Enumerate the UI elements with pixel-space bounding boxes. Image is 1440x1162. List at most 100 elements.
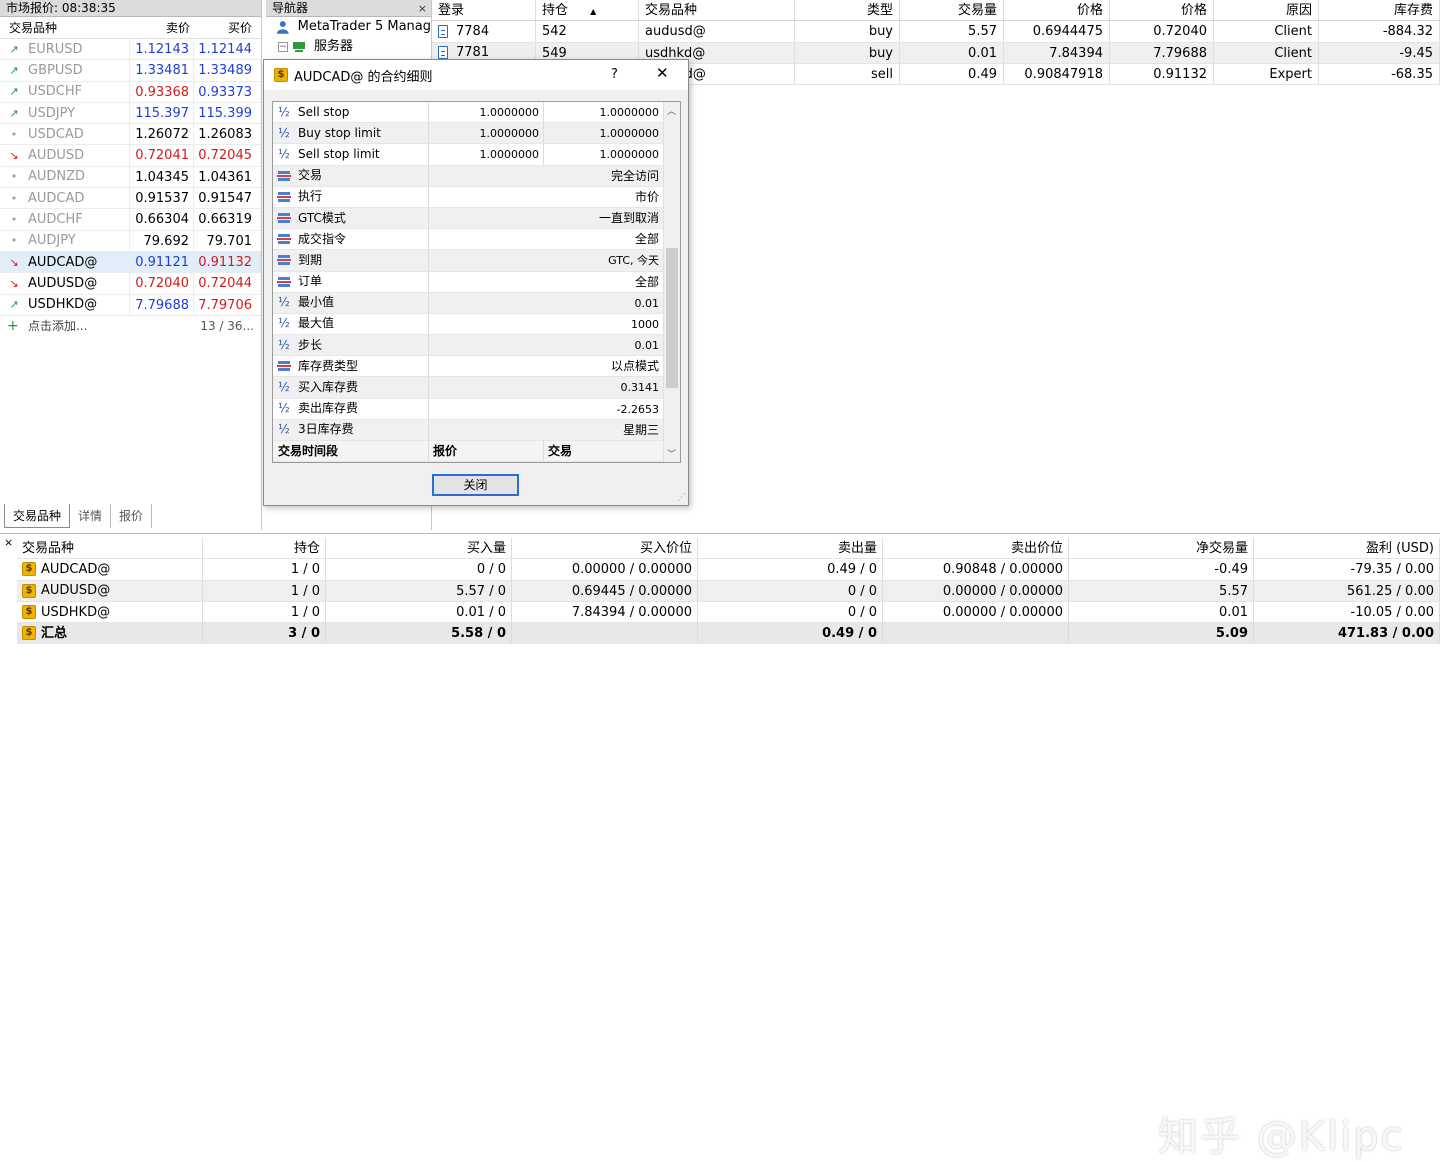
trades-col-symbol[interactable]: 交易品种 (639, 0, 795, 21)
dollar-icon: $ (22, 583, 36, 598)
market-watch-row[interactable]: • AUDNZD 1.04345 1.04361 (0, 166, 261, 189)
add-symbol-label[interactable]: 点击添加... (28, 316, 87, 337)
spec-label: 执行 (298, 189, 323, 204)
spec-row[interactable]: 成交指令 全部 (273, 229, 663, 251)
navigator-close-icon[interactable]: × (418, 0, 427, 17)
scrollbar-thumb[interactable] (666, 248, 678, 388)
trend-down-icon: ↘ (9, 149, 19, 163)
market-watch-row[interactable]: ↗ USDHKD@ 7.79688 7.79706 (0, 294, 261, 316)
ask-price: 0.72045 (198, 148, 252, 164)
column-symbol[interactable]: 交易品种 (0, 17, 130, 38)
pos-col-positions[interactable]: 持仓 (203, 538, 326, 559)
resize-grip-icon[interactable]: ⋰ (677, 493, 686, 503)
trades-col-login[interactable]: 登录 (432, 0, 536, 21)
trade-cell: Expert (1214, 63, 1319, 85)
pos-cell: 1 / 0 (203, 580, 326, 601)
enum-icon (277, 234, 291, 245)
spec-row[interactable]: ½ 步长 0.01 (273, 335, 663, 357)
trades-col-price[interactable]: 价格 (1110, 0, 1214, 21)
spec-row[interactable]: ½ 最小值 0.01 (273, 292, 663, 314)
market-watch-row[interactable]: ↗ USDCHF 0.93368 0.93373 (0, 81, 261, 103)
symbol-name: USDCAD (28, 126, 84, 142)
trade-row[interactable]: 7784 542 audusd@ buy 5.57 0.6944475 0.72040 Cli… (432, 21, 1440, 43)
spec-label: Sell stop limit (298, 146, 380, 161)
trades-col-reason[interactable]: 原因 (1214, 0, 1319, 21)
trade-cell: 542 (536, 21, 639, 42)
pos-col-sell-volume[interactable]: 卖出量 (698, 538, 883, 559)
spec-row[interactable]: 执行 市价 (273, 186, 663, 208)
close-button[interactable]: 关闭 (432, 474, 519, 496)
market-watch-row[interactable]: ↗ USDJPY 115.397 115.399 (0, 102, 261, 125)
spec-row[interactable]: 订单 全部 (273, 271, 663, 293)
nav-item-manager[interactable]: MetaTrader 5 Manag (266, 17, 431, 37)
market-watch-row[interactable]: ↗ EURUSD 1.12143 1.12144 (0, 39, 261, 61)
trades-col-position[interactable]: 持仓 ▲ (536, 0, 639, 21)
market-watch-row[interactable]: • AUDCHF 0.66304 0.66319 (0, 209, 261, 231)
position-row[interactable]: $ USDHKD@ 1 / 0 0.01 / 0 7.84394 / 0.00000 0 … (17, 601, 1440, 624)
spec-value-1: 1.0000000 (429, 102, 544, 123)
add-symbol-row[interactable]: + 点击添加... 13 / 36... (0, 316, 261, 337)
toolbox-close-icon[interactable]: × (4, 536, 13, 549)
spec-row[interactable]: GTC模式 一直到取消 (273, 207, 663, 230)
bid-price: 1.26072 (130, 124, 194, 145)
spec-row[interactable]: 交易 完全访问 (273, 165, 663, 187)
market-watch-row[interactable]: ↗ GBPUSD 1.33481 1.33489 (0, 60, 261, 82)
spec-row[interactable]: ½ 3日库存费 星期三 (273, 419, 663, 441)
spec-label: Buy stop limit (298, 125, 381, 140)
pos-cell: 0.00000 / 0.00000 (883, 601, 1069, 623)
market-watch-row[interactable]: ↘ AUDUSD@ 0.72040 0.72044 (0, 273, 261, 295)
spec-row[interactable]: ½ 最大值 1000 (273, 313, 663, 336)
help-button[interactable]: ? (611, 67, 618, 82)
trade-cell: Client (1214, 42, 1319, 63)
tab-details[interactable]: 详情 (70, 504, 112, 528)
position-row[interactable]: $ AUDUSD@ 1 / 0 5.57 / 0 0.69445 / 0.00000 0 … (17, 580, 1440, 602)
dialog-close-icon[interactable]: ✕ (656, 64, 669, 82)
spec-label-cell: ½ 买入库存费 (273, 377, 429, 398)
ask-price: 115.399 (198, 105, 252, 121)
position-row[interactable]: $ AUDCAD@ 1 / 00 / 0 0.00000 / 0.00000 0.49 … (17, 559, 1440, 581)
spec-row[interactable]: 到期 GTC, 今天 (273, 250, 663, 272)
pos-symbol: $ AUDCAD@ (17, 559, 203, 580)
spec-row[interactable]: ½ 买入库存费 0.3141 (273, 377, 663, 399)
spec-row[interactable]: ½ Buy stop limit 1.0000000 1.0000000 (273, 123, 663, 145)
trades-col-open-price[interactable]: 价格 (1004, 0, 1110, 21)
pos-col-profit[interactable]: 盈利 (USD) (1254, 538, 1440, 559)
scroll-down-icon[interactable]: ﹀ (667, 447, 676, 460)
column-ask[interactable]: 买价 (194, 17, 257, 38)
market-watch-row[interactable]: • AUDJPY 79.692 79.701 (0, 230, 261, 252)
pos-col-net-volume[interactable]: 净交易量 (1069, 538, 1254, 559)
positions-total-row[interactable]: $ 汇总 3 / 0 5.58 / 0 0.49 / 0 5.09 471.83 / 0.0… (17, 623, 1440, 645)
spec-row[interactable]: ½ Sell stop limit 1.0000000 1.0000000 (273, 144, 663, 166)
nav-item-manager-label: MetaTrader 5 Manag (297, 19, 431, 34)
pos-col-buy-volume[interactable]: 买入量 (326, 538, 512, 559)
pos-col-buy-price[interactable]: 买入价位 (512, 538, 698, 559)
nav-item-servers[interactable]: − 服务器 (266, 37, 431, 57)
trades-col-volume[interactable]: 交易量 (900, 0, 1004, 21)
spec-row[interactable]: 库存费类型 以点模式 (273, 356, 663, 378)
market-watch-row[interactable]: • AUDCAD 0.91537 0.91547 (0, 188, 261, 210)
market-watch-row[interactable]: • USDCAD 1.26072 1.26083 (0, 124, 261, 146)
pos-col-symbol[interactable]: 交易品种 (17, 538, 203, 559)
scroll-up-icon[interactable]: ︿ (667, 104, 676, 117)
vertical-scrollbar[interactable]: ︿ ﹀ (663, 102, 680, 462)
pos-cell: -79.35 / 0.00 (1254, 559, 1440, 580)
pos-col-sell-price[interactable]: 卖出价位 (883, 538, 1069, 559)
tab-symbols[interactable]: 交易品种 (4, 504, 71, 528)
market-watch-row[interactable]: ↘ AUDUSD 0.72041 0.72045 (0, 145, 261, 167)
column-bid[interactable]: 卖价 (130, 17, 194, 38)
spec-row[interactable]: ½ Sell stop 1.0000000 1.0000000 (273, 102, 663, 124)
trade-cell: 0.6944475 (1004, 21, 1110, 42)
collapse-icon[interactable]: − (278, 42, 288, 52)
market-watch-row[interactable]: ↘ AUDCAD@ 0.91121 0.91132 (0, 251, 261, 274)
spec-value: 全部 (634, 232, 659, 247)
dialog-titlebar[interactable]: $ AUDCAD@ 的合约细则 (264, 60, 688, 90)
trades-col-swap[interactable]: 库存费 (1319, 0, 1440, 21)
trade-cell: -884.32 (1319, 21, 1440, 42)
symbol-name: AUDCAD@ (28, 254, 98, 270)
spec-row[interactable]: ½ 卖出库存费 -2.2653 (273, 398, 663, 420)
tab-ticks[interactable]: 报价 (111, 504, 153, 528)
symbol-cell: ↘ AUDUSD@ (0, 273, 130, 294)
trades-col-type[interactable]: 类型 (795, 0, 900, 21)
pos-symbol: $ USDHKD@ (17, 601, 203, 623)
spec-label-cell: ½ 最大值 (273, 313, 429, 335)
